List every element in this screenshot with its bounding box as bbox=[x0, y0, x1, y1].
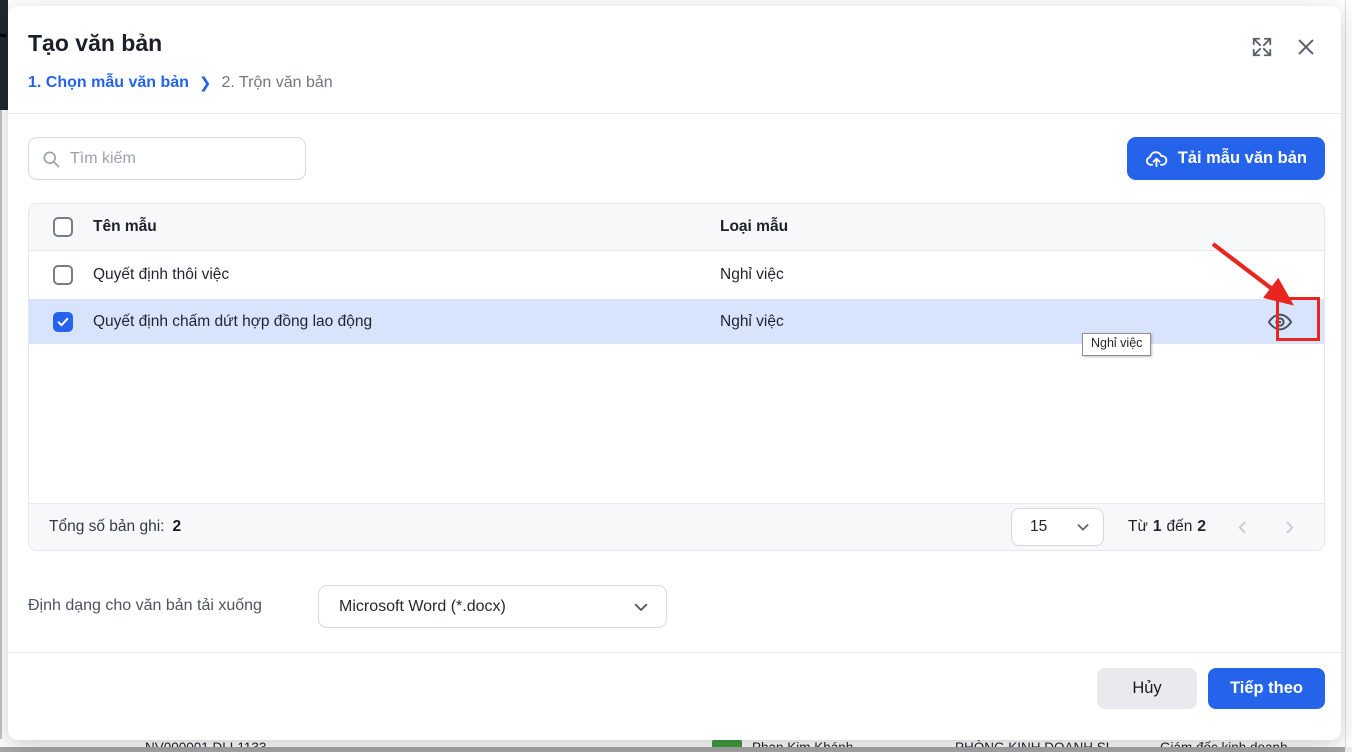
template-table: Tên mẫu Loại mẫu Quyết định thôi việc Ng… bbox=[28, 203, 1325, 551]
table-empty-area bbox=[29, 344, 1324, 503]
search-icon bbox=[41, 149, 61, 169]
row-1-template-type: Nghỉ việc bbox=[720, 266, 1236, 284]
row-1-template-name: Quyết định thôi việc bbox=[93, 266, 720, 284]
chevron-right-icon: ❯ bbox=[199, 74, 212, 92]
breadcrumb-steps: 1. Chọn mẫu văn bản ❯ 2. Trộn văn bản bbox=[28, 74, 333, 92]
row-2-template-type: Nghỉ việc bbox=[720, 313, 1236, 331]
range-from-label: Từ bbox=[1128, 518, 1148, 536]
range-to-value: 2 bbox=[1197, 518, 1206, 536]
chevron-down-icon bbox=[632, 598, 650, 616]
column-header-type[interactable]: Loại mẫu bbox=[720, 218, 1236, 236]
total-records-value: 2 bbox=[172, 518, 181, 536]
step-2-merge-document: 2. Trộn văn bản bbox=[222, 74, 333, 92]
footer-divider bbox=[8, 652, 1341, 653]
step-1-choose-template[interactable]: 1. Chọn mẫu văn bản bbox=[28, 74, 189, 92]
next-button[interactable]: Tiếp theo bbox=[1208, 668, 1325, 709]
native-tooltip: Nghỉ việc bbox=[1082, 333, 1151, 356]
table-footer: Tổng số bản ghi: 2 15 Từ 1 đến 2 bbox=[29, 503, 1324, 550]
table-row-1[interactable]: Quyết định thôi việc Nghỉ việc bbox=[29, 251, 1324, 299]
search-input[interactable] bbox=[70, 150, 293, 168]
cloud-upload-icon bbox=[1145, 147, 1168, 170]
table-header-row: Tên mẫu Loại mẫu bbox=[29, 204, 1324, 251]
header-divider bbox=[8, 113, 1341, 114]
row-2-template-name: Quyết định chấm dứt hợp đồng lao động bbox=[93, 313, 720, 331]
horizontal-scrollbar[interactable] bbox=[0, 747, 1345, 752]
range-from-value: 1 bbox=[1153, 518, 1162, 536]
row-2-checkbox-checked[interactable] bbox=[53, 312, 73, 332]
page-left-edge bbox=[0, 0, 2, 752]
hamburger-icon bbox=[0, 34, 6, 37]
expand-icon[interactable] bbox=[1251, 36, 1273, 58]
select-all-checkbox[interactable] bbox=[53, 217, 73, 237]
download-format-label: Định dạng cho văn bản tải xuống bbox=[28, 597, 262, 615]
previous-page-icon[interactable] bbox=[1234, 519, 1251, 536]
column-header-name[interactable]: Tên mẫu bbox=[93, 218, 720, 236]
download-format-select[interactable]: Microsoft Word (*.docx) bbox=[318, 585, 667, 628]
scrollbar-corner bbox=[1345, 747, 1352, 752]
next-page-icon[interactable] bbox=[1281, 519, 1298, 536]
download-format-value: Microsoft Word (*.docx) bbox=[339, 598, 506, 616]
chevron-down-icon bbox=[1075, 519, 1091, 535]
page-right-edge bbox=[1345, 0, 1346, 752]
background-sidebar-sliver bbox=[0, 0, 8, 110]
row-1-checkbox[interactable] bbox=[53, 265, 73, 285]
search-box[interactable] bbox=[28, 137, 306, 180]
upload-template-button[interactable]: Tải mẫu văn bản bbox=[1127, 137, 1325, 180]
create-document-modal: Tạo văn bản 1. Chọn mẫu văn bản ❯ 2. Trộ… bbox=[8, 6, 1341, 740]
range-to-label: đến bbox=[1167, 518, 1193, 536]
page-size-select[interactable]: 15 bbox=[1011, 508, 1104, 546]
upload-template-label: Tải mẫu văn bản bbox=[1178, 149, 1307, 168]
preview-eye-icon[interactable] bbox=[1265, 307, 1295, 337]
modal-title: Tạo văn bản bbox=[28, 30, 162, 57]
cancel-button[interactable]: Hủy bbox=[1097, 668, 1197, 709]
close-icon[interactable] bbox=[1295, 36, 1317, 58]
total-records-label: Tổng số bản ghi: bbox=[49, 518, 164, 536]
pagination-range: Từ 1 đến 2 bbox=[1128, 518, 1206, 536]
page-size-value: 15 bbox=[1030, 518, 1047, 536]
